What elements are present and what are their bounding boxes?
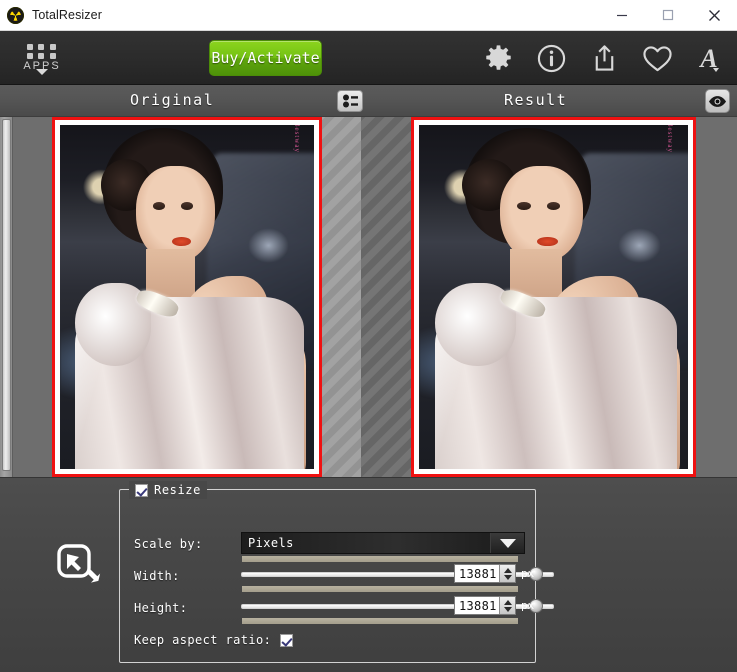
image-compare-viewer: Bestway Bestway [0, 117, 737, 477]
result-photo[interactable]: Bestway [419, 125, 688, 469]
total-resizer-window: TotalResizer APPS Buy/Activate A Origina… [0, 0, 737, 672]
scale-by-underbar [242, 556, 518, 562]
height-underbar [242, 618, 518, 624]
eye-icon[interactable] [705, 89, 730, 113]
original-image-matte: Bestway [58, 123, 316, 471]
main-toolbar: APPS Buy/Activate A [0, 31, 737, 85]
maximize-button[interactable] [645, 0, 691, 31]
resize-enabled-checkbox[interactable] [135, 483, 148, 497]
height-stepper[interactable] [499, 597, 515, 614]
vertical-scrollbar[interactable] [0, 117, 13, 477]
scrollbar-thumb[interactable] [2, 119, 11, 471]
viewer-gap-dark [361, 117, 411, 477]
resize-group-legend: Resize [129, 481, 207, 499]
original-panel-label: Original [130, 91, 215, 109]
result-image-frame[interactable]: Bestway [411, 117, 696, 477]
width-label: Width: [134, 569, 180, 583]
font-a-icon[interactable]: A [693, 41, 727, 75]
original-photo[interactable]: Bestway [60, 125, 314, 469]
photo-watermark: Bestway [666, 125, 675, 153]
title-bar: TotalResizer [0, 0, 737, 31]
chevron-down-icon[interactable] [490, 533, 524, 553]
minimize-button[interactable] [599, 0, 645, 31]
heart-icon[interactable] [640, 41, 674, 75]
height-unit-label: px [521, 599, 535, 612]
apps-menu-button[interactable]: APPS [14, 36, 70, 82]
width-row: Width: [134, 566, 180, 586]
window-controls [599, 0, 737, 31]
info-icon[interactable] [534, 41, 568, 75]
width-unit-label: px [521, 567, 535, 580]
close-button[interactable] [691, 0, 737, 31]
keep-aspect-label: Keep aspect ratio: [134, 633, 272, 647]
width-input[interactable]: 13881 [454, 564, 516, 583]
width-stepper[interactable] [499, 565, 515, 582]
keep-aspect-row: Keep aspect ratio: [134, 630, 294, 650]
height-row: Height: [134, 598, 187, 618]
photo-watermark: Bestway [293, 125, 302, 153]
window-title: TotalResizer [32, 8, 102, 22]
viewer-gap-light [320, 117, 361, 477]
scale-by-label: Scale by: [134, 537, 203, 551]
radiation-logo-icon [7, 6, 24, 24]
keep-aspect-checkbox[interactable] [280, 633, 294, 647]
compare-header: Original Result [0, 85, 737, 117]
resize-group-box: Resize Scale by: Pixels Width: 13881 px … [119, 481, 554, 663]
share-icon[interactable] [587, 41, 621, 75]
apps-grid-icon [27, 43, 57, 59]
chevron-down-icon [36, 68, 48, 75]
toolbar-icon-group: A [481, 31, 727, 85]
height-input[interactable]: 13881 [454, 596, 516, 615]
resize-arrows-icon[interactable] [57, 544, 101, 588]
width-underbar [242, 586, 518, 592]
split-view-icon[interactable] [337, 90, 363, 112]
height-label: Height: [134, 601, 188, 615]
viewer-stage: Bestway Bestway [13, 117, 737, 477]
resize-group-label: Resize [154, 483, 201, 497]
original-image-frame[interactable]: Bestway [52, 117, 322, 477]
gear-icon[interactable] [481, 41, 515, 75]
scale-by-dropdown[interactable]: Pixels [241, 532, 525, 554]
scale-by-value: Pixels [248, 536, 294, 550]
result-panel-label: Result [504, 91, 568, 109]
buy-activate-button[interactable]: Buy/Activate [209, 40, 322, 76]
width-value: 13881 [459, 566, 497, 581]
height-value: 13881 [459, 598, 497, 613]
scale-by-row: Scale by: [134, 534, 203, 554]
result-image-matte: Bestway [417, 123, 690, 471]
controls-panel: Resize Scale by: Pixels Width: 13881 px … [0, 477, 737, 672]
